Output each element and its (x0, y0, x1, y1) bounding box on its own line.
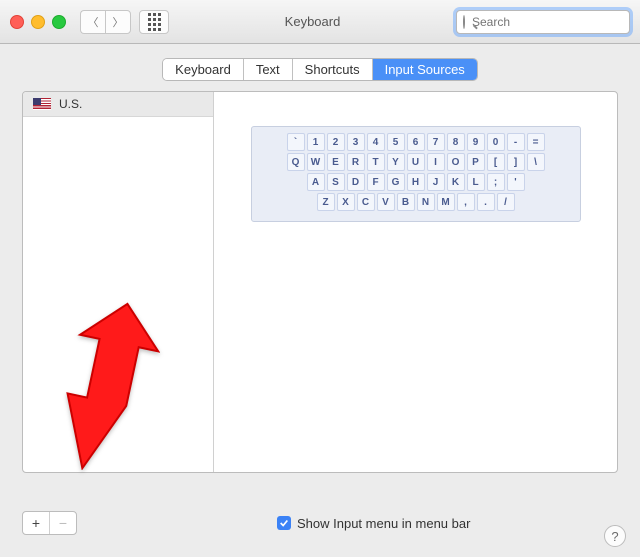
key: P (467, 153, 485, 171)
us-flag-icon (33, 98, 51, 110)
chevron-left-icon: 〈 (88, 14, 99, 30)
search-icon (463, 15, 465, 29)
plus-icon: + (32, 515, 40, 531)
content-pane: U.S. `1234567890-= QWERTYUIOP[]\ ASDFGHJ… (22, 91, 618, 473)
key: / (497, 193, 515, 211)
key: N (417, 193, 435, 211)
key: 0 (487, 133, 505, 151)
tab-shortcuts[interactable]: Shortcuts (293, 59, 373, 80)
key: [ (487, 153, 505, 171)
key: 8 (447, 133, 465, 151)
key: K (447, 173, 465, 191)
key: 2 (327, 133, 345, 151)
minus-icon: − (59, 515, 67, 531)
footer: + − Show Input menu in menu bar (22, 511, 618, 535)
key: ] (507, 153, 525, 171)
close-window-button[interactable] (10, 15, 24, 29)
key: ; (487, 173, 505, 191)
key: = (527, 133, 545, 151)
tab-text[interactable]: Text (244, 59, 293, 80)
key: . (477, 193, 495, 211)
window-controls (10, 15, 66, 29)
input-sources-list: U.S. (23, 92, 214, 472)
keyboard-layout: `1234567890-= QWERTYUIOP[]\ ASDFGHJKL;' … (251, 126, 581, 222)
add-remove-controls: + − (22, 511, 77, 535)
key: X (337, 193, 355, 211)
remove-source-button[interactable]: − (50, 512, 76, 534)
key: O (447, 153, 465, 171)
window-title: Keyboard (177, 14, 448, 29)
key: 1 (307, 133, 325, 151)
key: - (507, 133, 525, 151)
input-source-row[interactable]: U.S. (23, 92, 213, 117)
key: C (357, 193, 375, 211)
key: G (387, 173, 405, 191)
key: Z (317, 193, 335, 211)
key: , (457, 193, 475, 211)
key: 9 (467, 133, 485, 151)
minimize-window-button[interactable] (31, 15, 45, 29)
key: R (347, 153, 365, 171)
forward-button[interactable]: 〉 (105, 10, 131, 34)
show-menu-checkbox-row[interactable]: Show Input menu in menu bar (277, 516, 470, 531)
keyboard-preview: `1234567890-= QWERTYUIOP[]\ ASDFGHJKL;' … (214, 92, 617, 472)
chevron-right-icon: 〉 (113, 14, 124, 30)
key: \ (527, 153, 545, 171)
key: Q (287, 153, 305, 171)
key: T (367, 153, 385, 171)
nav-buttons: 〈 〉 (80, 10, 131, 34)
key: Y (387, 153, 405, 171)
help-button[interactable]: ? (604, 525, 626, 547)
grid-icon (148, 13, 161, 31)
key: 3 (347, 133, 365, 151)
key: I (427, 153, 445, 171)
key: A (307, 173, 325, 191)
key: B (397, 193, 415, 211)
key: S (327, 173, 345, 191)
key: E (327, 153, 345, 171)
key: ' (507, 173, 525, 191)
key: H (407, 173, 425, 191)
input-source-name: U.S. (59, 97, 82, 111)
zoom-window-button[interactable] (52, 15, 66, 29)
back-button[interactable]: 〈 (80, 10, 105, 34)
key: L (467, 173, 485, 191)
key: D (347, 173, 365, 191)
checkbox-checked-icon (277, 516, 291, 530)
key: 6 (407, 133, 425, 151)
key: W (307, 153, 325, 171)
search-input[interactable] (470, 14, 629, 30)
key: F (367, 173, 385, 191)
show-all-button[interactable] (139, 10, 169, 34)
key: 5 (387, 133, 405, 151)
key: M (437, 193, 455, 211)
key: U (407, 153, 425, 171)
key: ` (287, 133, 305, 151)
tab-bar: Keyboard Text Shortcuts Input Sources (0, 58, 640, 81)
key: J (427, 173, 445, 191)
tab-input-sources[interactable]: Input Sources (373, 59, 477, 80)
preferences-window: 〈 〉 Keyboard Keyboard Text Shortcuts Inp… (0, 0, 640, 557)
titlebar: 〈 〉 Keyboard (0, 0, 640, 44)
key: V (377, 193, 395, 211)
show-menu-label: Show Input menu in menu bar (297, 516, 470, 531)
question-icon: ? (611, 529, 618, 544)
tab-keyboard[interactable]: Keyboard (163, 59, 244, 80)
add-source-button[interactable]: + (23, 512, 50, 534)
key: 7 (427, 133, 445, 151)
search-field[interactable] (456, 10, 630, 34)
key: 4 (367, 133, 385, 151)
